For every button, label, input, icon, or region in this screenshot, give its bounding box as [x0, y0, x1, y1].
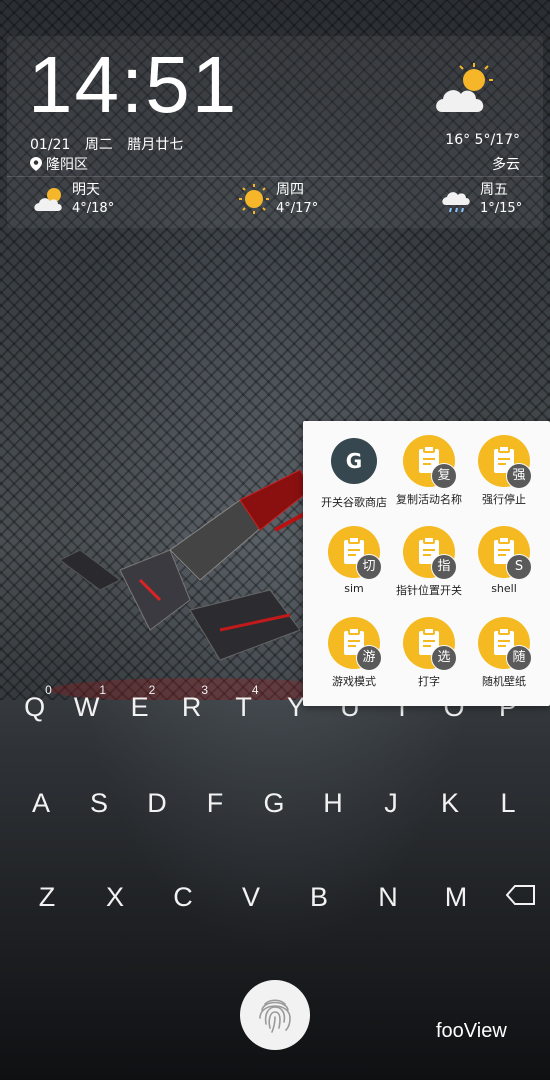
tile-pointer-location[interactable]: 指 指针位置开关: [388, 526, 470, 598]
clipboard-icon: S: [478, 526, 532, 580]
watermark-fooview: fooView: [436, 1020, 507, 1042]
key-q[interactable]: Q0: [16, 683, 60, 723]
tile-game-mode[interactable]: 游 游戏模式: [313, 617, 395, 689]
backspace-icon[interactable]: [506, 884, 536, 906]
key-z[interactable]: Z: [25, 882, 69, 913]
key-t[interactable]: T4: [225, 683, 269, 723]
tile-label: sim: [344, 582, 364, 595]
tile-toggle-google-store[interactable]: G 开关谷歌商店: [313, 435, 395, 510]
tile-badge: 切: [356, 554, 382, 580]
location: 隆阳区: [30, 154, 88, 174]
tile-random-wallpaper[interactable]: 随 随机壁纸: [463, 617, 545, 689]
forecast-day: 明天: [72, 182, 100, 198]
tile-label: 开关谷歌商店: [321, 496, 387, 509]
tile-badge: 随: [506, 645, 532, 671]
tile-label: 指针位置开关: [396, 584, 462, 597]
key-m[interactable]: M: [434, 882, 478, 913]
forecast-day: 周四: [276, 182, 304, 198]
tile-shell[interactable]: S shell: [463, 526, 545, 595]
clipboard-icon: 复: [403, 435, 457, 489]
clipboard-icon: 随: [478, 617, 532, 671]
clipboard-icon: 强: [478, 435, 532, 489]
forecast-range: 4°/18°: [72, 201, 115, 216]
tile-label: 强行停止: [482, 493, 526, 506]
tile-label: 随机壁纸: [482, 675, 526, 688]
tile-label: 打字: [418, 675, 440, 688]
tile-force-stop[interactable]: 强 强行停止: [463, 435, 545, 507]
tile-badge: 选: [431, 645, 457, 671]
key-number: 0: [45, 683, 52, 697]
forecast-tomorrow: 明天 4°/18°: [32, 180, 114, 218]
key-a[interactable]: A: [19, 788, 63, 819]
key-number: 2: [148, 683, 156, 697]
tile-label: 游戏模式: [332, 675, 376, 688]
forecast-range: 1°/15°: [480, 201, 523, 216]
key-g[interactable]: G: [252, 788, 296, 819]
weekday: 周二: [84, 137, 113, 153]
tile-badge: 指: [431, 554, 457, 580]
key-w[interactable]: W1: [68, 683, 112, 723]
date-line: 01/21 周二 腊月廿七: [30, 134, 193, 154]
key-s[interactable]: S: [77, 788, 121, 819]
tile-sim-switch[interactable]: 切 sim: [313, 526, 395, 595]
forecast-day: 周五: [480, 182, 508, 198]
key-label: Q: [24, 692, 46, 722]
key-c[interactable]: C: [161, 882, 205, 913]
key-k[interactable]: K: [428, 788, 472, 819]
current-condition: 多云: [492, 157, 520, 173]
key-d[interactable]: D: [135, 788, 179, 819]
widget-divider: [7, 176, 543, 177]
key-label: R: [181, 692, 202, 722]
tile-badge: S: [506, 554, 532, 580]
clipboard-icon: 切: [328, 526, 382, 580]
key-label: T: [235, 692, 252, 722]
clock-time: 14:51: [28, 40, 239, 129]
key-f[interactable]: F: [193, 788, 237, 819]
key-number: 4: [251, 683, 259, 697]
partly-cloudy-icon: [34, 188, 62, 211]
tile-typing[interactable]: 选 打字: [388, 617, 470, 689]
current-temperature: 16° 5°/17°: [445, 132, 520, 148]
google-icon: G: [328, 438, 380, 490]
clipboard-icon: 指: [403, 526, 457, 580]
tile-label: shell: [491, 582, 517, 595]
key-r[interactable]: R3: [173, 683, 217, 723]
key-x[interactable]: X: [93, 882, 137, 913]
tile-copy-activity-name[interactable]: 复 复制活动名称: [388, 435, 470, 507]
key-l[interactable]: L: [486, 788, 530, 819]
forecast-friday: 周五 1°/15°: [440, 180, 522, 218]
rain-icon: [442, 192, 470, 213]
quick-actions-popup: G 开关谷歌商店 复 复制活动名称 强 强行停止 切 sim 指 指针位置开关: [303, 421, 550, 706]
tile-badge: 游: [356, 645, 382, 671]
location-pin-icon: [30, 157, 42, 171]
forecast-range: 4°/17°: [276, 201, 319, 216]
key-number: 3: [201, 683, 209, 697]
partly-cloudy-icon: [436, 63, 493, 112]
key-v[interactable]: V: [229, 882, 273, 913]
tile-badge: 复: [431, 463, 457, 489]
forecast-thursday: 周四 4°/17°: [236, 180, 318, 218]
location-name: 隆阳区: [46, 157, 88, 173]
lunar-date: 腊月廿七: [127, 137, 184, 153]
fingerprint-icon: [259, 999, 291, 1033]
key-j[interactable]: J: [369, 788, 413, 819]
google-badge: G: [331, 438, 377, 484]
fingerprint-button[interactable]: [240, 980, 310, 1050]
key-n[interactable]: N: [366, 882, 410, 913]
key-label: W: [73, 692, 100, 722]
key-e[interactable]: E2: [121, 683, 165, 723]
tile-badge: 强: [506, 463, 532, 489]
clipboard-icon: 游: [328, 617, 382, 671]
key-h[interactable]: H: [311, 788, 355, 819]
key-b[interactable]: B: [297, 882, 341, 913]
date: 01/21: [30, 137, 71, 153]
tile-label: 复制活动名称: [396, 493, 462, 506]
key-number: 1: [99, 683, 107, 697]
clipboard-icon: 选: [403, 617, 457, 671]
sunny-icon: [239, 184, 269, 214]
key-label: E: [130, 692, 149, 722]
